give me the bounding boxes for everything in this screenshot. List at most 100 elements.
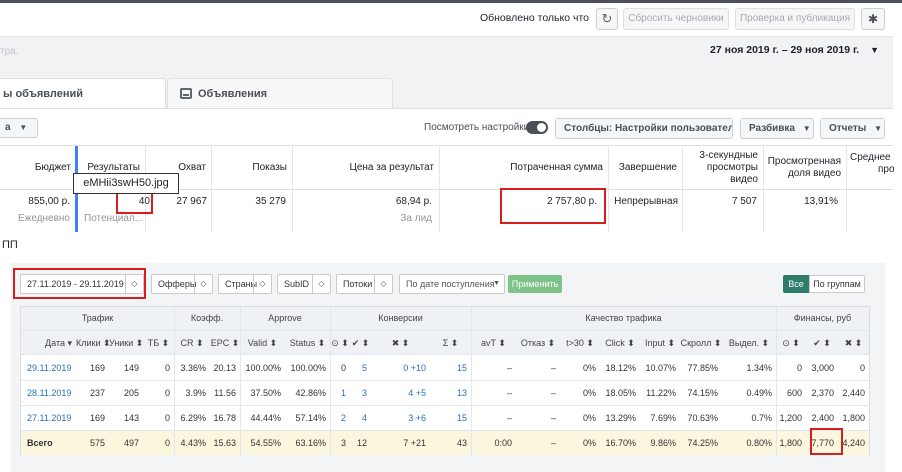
- reports-dropdown[interactable]: Отчеты ▼: [820, 118, 885, 139]
- total-cell-uniques: 497: [123, 438, 139, 448]
- col-avt[interactable]: avT ⬍: [471, 333, 516, 353]
- cell-fin-pending: 1,200: [779, 413, 802, 423]
- cell-t30: 0%: [582, 413, 596, 423]
- review-publish-button[interactable]: Проверка и публикация: [735, 8, 855, 30]
- breakdown-dropdown[interactable]: Разбивка ▼: [740, 118, 814, 139]
- countries-filter[interactable]: Страны ◇: [218, 274, 272, 294]
- cell-status: 100.00%: [290, 363, 326, 373]
- view-all-button[interactable]: Все: [783, 275, 809, 293]
- col-input[interactable]: Input ⬍: [640, 333, 680, 353]
- total-cell-approved: 12: [356, 438, 367, 448]
- col-budget[interactable]: Бюджет: [8, 146, 75, 190]
- cell-rejected[interactable]: 0 +10: [371, 356, 426, 380]
- tab-ads[interactable]: Объявления: [167, 78, 393, 108]
- cell-select: 0.7%: [751, 413, 772, 423]
- col-cost-per-result[interactable]: Цена за результат: [292, 146, 438, 190]
- date-mode-select[interactable]: По дате поступления ▼: [399, 274, 505, 294]
- offers-filter[interactable]: Офферы ◇: [151, 274, 213, 294]
- cell-date[interactable]: 29.11.2019: [21, 356, 72, 380]
- view-groups-button[interactable]: По группам: [809, 275, 865, 293]
- total-cell-status: 63.16%: [295, 438, 326, 448]
- apply-button[interactable]: Применить: [508, 275, 562, 293]
- group-coef: Коэфф.: [190, 313, 224, 323]
- streams-filter[interactable]: Потоки ◇: [336, 274, 393, 294]
- cell-approved[interactable]: 3: [350, 381, 367, 405]
- cell-pending: 0: [340, 363, 346, 373]
- col-uniques[interactable]: Уники ⬍: [109, 333, 143, 353]
- col-bounce[interactable]: Отказ ⬍: [516, 333, 560, 353]
- offers-label: Офферы: [158, 279, 197, 289]
- cell-scroll: 74.15%: [687, 388, 718, 398]
- cell-date[interactable]: 27.11.2019: [21, 406, 72, 430]
- total-cell-date: Всего: [27, 438, 53, 448]
- cell-valid: 37.50%: [250, 388, 281, 398]
- total-cell-select: 0.80%: [746, 438, 772, 448]
- col-average[interactable]: Среднее про: [846, 146, 895, 190]
- col-valid[interactable]: Valid ⬍: [240, 333, 285, 353]
- col-watched-share[interactable]: Просмотренная доля видео: [763, 146, 845, 190]
- col-impressions[interactable]: Показы: [211, 146, 291, 190]
- caret-down-icon: ▼: [802, 124, 811, 133]
- col-clicks[interactable]: Клики ⬍: [76, 333, 111, 353]
- cell-watched-share: 13,91%: [804, 196, 838, 207]
- total-cell-bounce: –: [550, 438, 556, 448]
- cell-date[interactable]: 28.11.2019: [21, 381, 72, 405]
- col-status[interactable]: Status ⬍: [285, 333, 330, 353]
- col-total[interactable]: Σ ⬍: [430, 333, 471, 353]
- cell-rejected[interactable]: 4 +5: [371, 381, 426, 405]
- file-tooltip: eMHii3swH50.jpg: [73, 173, 179, 194]
- cell-total[interactable]: 15: [430, 406, 467, 430]
- view-select[interactable]: а ▼: [0, 118, 38, 138]
- col-fin-pending[interactable]: ⊙ ⬍: [776, 333, 806, 353]
- settings-button[interactable]: ✱: [861, 8, 885, 30]
- preview-settings-label: Посмотреть настройки: [424, 122, 530, 133]
- reports-label: Отчеты: [829, 123, 867, 134]
- discard-drafts-button[interactable]: Сбросить черновики: [623, 8, 729, 30]
- col-approved[interactable]: ✔ ⬍: [350, 333, 371, 353]
- col-ends[interactable]: Завершение: [608, 146, 681, 190]
- cell-approved[interactable]: 4: [350, 406, 367, 430]
- cell-pending[interactable]: 2: [330, 406, 346, 430]
- cell-bounce: –: [550, 413, 556, 423]
- col-date[interactable]: Дата ▾: [21, 333, 76, 353]
- cell-clicks: 169: [89, 363, 105, 373]
- col-scroll[interactable]: Скролл ⬍: [680, 333, 722, 353]
- col-fin-approved[interactable]: ✔ ⬍: [806, 333, 838, 353]
- subid-filter[interactable]: SubID ◇: [277, 274, 331, 294]
- cell-rejected[interactable]: 3 +6: [371, 406, 426, 430]
- col-pending[interactable]: ⊙ ⬍: [330, 333, 350, 353]
- cell-cr: 3.36%: [180, 363, 206, 373]
- col-rejected[interactable]: ✖ ⬍: [371, 333, 430, 353]
- group-traffic: Трафик: [81, 313, 114, 323]
- date-range-text: 27 ноя 2019 г. – 29 ноя 2019 г.: [710, 44, 860, 56]
- cell-avt: –: [506, 388, 512, 398]
- col-amount-spent[interactable]: Потраченная сумма: [439, 146, 607, 190]
- col-select[interactable]: Выдел. ⬍: [722, 333, 776, 353]
- col-cr[interactable]: CR ⬍: [174, 333, 210, 353]
- refresh-button[interactable]: ↻: [596, 8, 618, 30]
- col-fin-rejected[interactable]: ✖ ⬍: [838, 333, 869, 353]
- cell-approved[interactable]: 5: [350, 356, 367, 380]
- cell-pending[interactable]: 1: [330, 381, 346, 405]
- columns-dropdown[interactable]: Столбцы: Настройки пользовател ▼: [555, 118, 733, 139]
- col-3s-views[interactable]: 3-секундные просмотры видео: [682, 146, 762, 190]
- col-epc[interactable]: EPC ⬍: [210, 333, 240, 353]
- caret-down-icon: ▼: [870, 45, 880, 55]
- cell-t30: 0%: [582, 388, 596, 398]
- col-divider: [682, 146, 683, 232]
- tab-ads-label: Объявления: [198, 88, 268, 100]
- preview-settings-toggle[interactable]: [526, 121, 548, 134]
- cell-select: 0.49%: [746, 388, 772, 398]
- cell-ends: Непрерывная: [614, 196, 678, 207]
- cell-impressions: 35 279: [255, 196, 286, 207]
- caret-down-icon: ▼: [874, 124, 883, 133]
- cell-total[interactable]: 15: [430, 356, 467, 380]
- cell-click: 13.29%: [605, 413, 636, 423]
- date-range-picker[interactable]: 27 ноя 2019 г. – 29 ноя 2019 г. ▼: [710, 44, 885, 60]
- col-tb[interactable]: ТБ ⬍: [143, 333, 174, 353]
- tab-adsets[interactable]: ы объявлений: [0, 78, 166, 109]
- col-t30[interactable]: t>30 ⬍: [560, 333, 600, 353]
- date-mode-label: По дате поступления: [406, 279, 495, 289]
- col-click[interactable]: Click ⬍: [600, 333, 640, 353]
- cell-total[interactable]: 13: [430, 381, 467, 405]
